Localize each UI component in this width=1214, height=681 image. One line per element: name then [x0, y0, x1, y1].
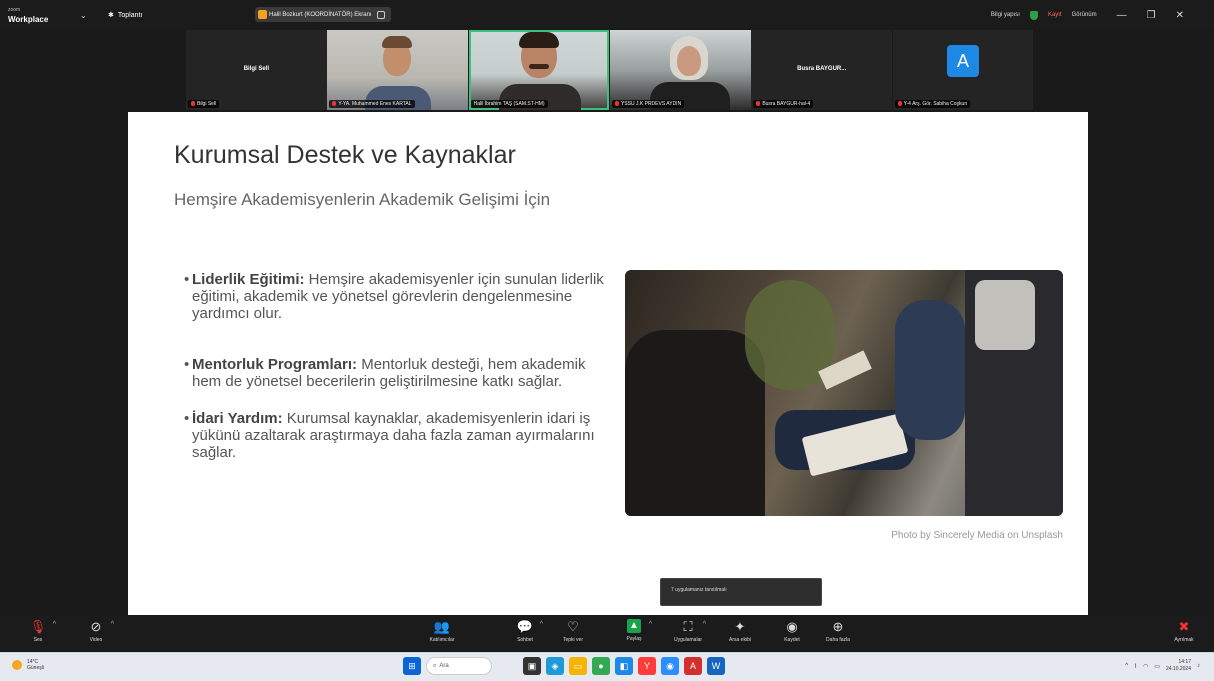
yandex-icon[interactable]: Y: [638, 657, 656, 675]
active-speaker-tile[interactable]: Halil İbrahim TAŞ (SAM.ST-HM): [468, 30, 610, 110]
chat-button[interactable]: 💬 Sohbet ^: [505, 619, 545, 643]
bullet-item: Liderlik Eğitimi: Hemşire akademisyenler…: [184, 271, 604, 322]
more-icon: ⊕: [832, 619, 844, 634]
participant-name: Busra BAYGUR-hal-4: [753, 100, 814, 108]
participant-tile[interactable]: Busra BAYGUR... Busra BAYGUR-hal-4: [751, 30, 893, 110]
react-button[interactable]: ♡ Tepki ver: [553, 619, 593, 643]
leave-icon: ✖: [1178, 619, 1190, 634]
muted-mic-icon: [614, 101, 619, 106]
ai-companion-button[interactable]: ✦ Arsa ekibi: [720, 619, 760, 643]
slide-photo: [625, 270, 1063, 516]
top-right-controls: Bilgi yapısı Kayıt Görünüm — ❐ ✕: [991, 0, 1184, 30]
avatar: A: [947, 45, 979, 77]
network-icon[interactable]: ⌇: [1134, 663, 1137, 670]
participant-tile[interactable]: YSSU J.K PRDEVS AYDIN: [609, 30, 751, 110]
zoom-icon[interactable]: ◉: [661, 657, 679, 675]
windows-taskbar: 14°C Güneşli ⊞ ⌕ Ara ▣ ◈ ▭ ● ◧ Y ◉ A W ^ ⌇…: [0, 652, 1214, 681]
participant-name: Y-4 Arş. Gör. Sabiha Coşkun: [894, 100, 971, 108]
search-box[interactable]: ⌕ Ara: [426, 657, 492, 675]
title-bar: zoom Workplace ⌄ ✱ Toplantı Halil Bozkur…: [0, 0, 1214, 30]
chevron-up-icon[interactable]: ^: [111, 621, 114, 628]
search-icon: ⌕: [433, 662, 437, 669]
chevron-up-icon[interactable]: ^: [53, 621, 56, 628]
video-button[interactable]: ⊘ Video ^: [76, 619, 116, 643]
muted-mic-icon: [897, 101, 902, 106]
participant-tile[interactable]: Y-YA. Muhammed Enes KARTAL: [327, 30, 469, 110]
photo-caption: Photo by Sincerely Media on Unsplash: [891, 530, 1063, 541]
chevron-up-icon[interactable]: ^: [540, 621, 543, 628]
record-indicator[interactable]: Kayıt: [1048, 12, 1062, 18]
store-icon[interactable]: ◧: [615, 657, 633, 675]
share-button[interactable]: ▲ Paylaş ^: [614, 619, 654, 642]
share-screen-icon: ▲: [627, 619, 641, 633]
screen-share-label: Halil Bozkurt (KOORDİNATÖR) Ekranı: [269, 11, 372, 18]
gear-icon: ✱: [108, 12, 114, 19]
view-button[interactable]: Görünüm: [1072, 12, 1097, 18]
muted-mic-icon: [332, 101, 337, 106]
audio-button[interactable]: 🎙 Ses ^: [18, 619, 58, 643]
system-tray: ^ ⌇ ◠ ▭ 14:17 24.10.2024 ♪: [1125, 659, 1200, 673]
heart-icon: ♡: [567, 619, 579, 634]
muted-mic-icon: [756, 101, 761, 106]
screen-share-indicator[interactable]: Halil Bozkurt (KOORDİNATÖR) Ekranı: [255, 7, 391, 22]
menu-label: Toplantı: [117, 11, 143, 19]
muted-mic-icon: [191, 101, 195, 106]
ai-sparkle-icon: ✦: [734, 619, 746, 634]
windows-start-icon[interactable]: ⊞: [403, 657, 421, 675]
close-button[interactable]: ✕: [1176, 10, 1184, 21]
participant-name: YSSU J.K PRDEVS AYDIN: [611, 100, 685, 108]
participant-center-name: Bilgi Sell: [243, 66, 270, 72]
chrome-icon[interactable]: ●: [592, 657, 610, 675]
record-icon: ◉: [786, 619, 798, 634]
word-icon[interactable]: W: [707, 657, 725, 675]
logo-small-text: zoom: [8, 7, 21, 13]
wifi-icon[interactable]: ◠: [1143, 663, 1148, 670]
apps-button[interactable]: ⛶ Uygulamalar ^: [668, 619, 708, 643]
clock[interactable]: 14:17 24.10.2024: [1166, 659, 1191, 673]
taskbar-apps: ⊞ ⌕ Ara ▣ ◈ ▭ ● ◧ Y ◉ A W: [403, 657, 725, 675]
bullet-item: Mentorluk Programları: Mentorluk desteği…: [184, 356, 604, 390]
menu-button[interactable]: ✱ Toplantı: [108, 0, 142, 30]
pdf-icon[interactable]: A: [684, 657, 702, 675]
notification-bell-icon[interactable]: ♪: [1197, 663, 1200, 669]
logo-big-text: Workplace: [8, 15, 49, 24]
weather-widget[interactable]: 14°C Güneşli: [12, 659, 44, 671]
sun-icon: [12, 660, 22, 670]
bullet-item: İdari Yardım: Kurumsal kaynaklar, akadem…: [184, 410, 604, 461]
participant-name: Bilgi Sell: [188, 100, 220, 108]
browser-icon[interactable]: ◈: [546, 657, 564, 675]
participant-name: Halil İbrahim TAŞ (SAM.ST-HM): [470, 100, 548, 108]
slide-subtitle: Hemşire Akademisyenlerin Akademik Gelişi…: [174, 190, 551, 209]
participants-button[interactable]: 👥 Katılımcılar: [422, 619, 462, 643]
participants-icon: 👥: [433, 619, 451, 634]
shared-slide: Kurumsal Destek ve Kaynaklar Hemşire Aka…: [128, 112, 1088, 615]
chevron-down-icon[interactable]: ⌄: [80, 0, 87, 30]
participant-tile[interactable]: Bilgi Sell Bilgi Sell: [186, 30, 327, 110]
participant-tile[interactable]: A Y-4 Arş. Gör. Sabiha Coşkun: [892, 30, 1034, 110]
more-button[interactable]: ⊕ Daha fazla: [818, 619, 858, 643]
apps-tooltip: 7 uygulamanız tanıtılmalı: [660, 578, 822, 606]
participant-gallery: Bilgi Sell Bilgi Sell Y-YA. Muhammed Ene…: [186, 30, 1034, 112]
view-options-icon: [376, 10, 385, 19]
view-label[interactable]: Bilgi yapısı: [991, 12, 1020, 18]
bullet-list: Liderlik Eğitimi: Hemşire akademisyenler…: [184, 271, 604, 495]
slide-title: Kurumsal Destek ve Kaynaklar: [174, 141, 516, 169]
zoom-logo: zoom Workplace: [8, 0, 48, 30]
leave-button[interactable]: ✖ Ayrılmak: [1164, 619, 1204, 643]
chevron-up-icon[interactable]: ^: [1125, 663, 1128, 669]
chevron-up-icon[interactable]: ^: [703, 621, 706, 628]
restore-button[interactable]: ❐: [1147, 10, 1156, 21]
task-view-icon[interactable]: ▣: [523, 657, 541, 675]
chevron-up-icon[interactable]: ^: [649, 621, 652, 628]
file-explorer-icon[interactable]: ▭: [569, 657, 587, 675]
participant-name: Y-YA. Muhammed Enes KARTAL: [329, 100, 415, 108]
minimize-button[interactable]: —: [1117, 10, 1127, 21]
record-button[interactable]: ◉ Kaydet: [772, 619, 812, 643]
security-shield-icon[interactable]: [1029, 10, 1038, 20]
battery-icon[interactable]: ▭: [1154, 663, 1160, 670]
meeting-toolbar: 🎙 Ses ^ ⊘ Video ^ 👥 Katılımcılar 💬 Sohbet ^…: [0, 615, 1214, 652]
participant-center-name: Busra BAYGUR...: [797, 66, 847, 72]
